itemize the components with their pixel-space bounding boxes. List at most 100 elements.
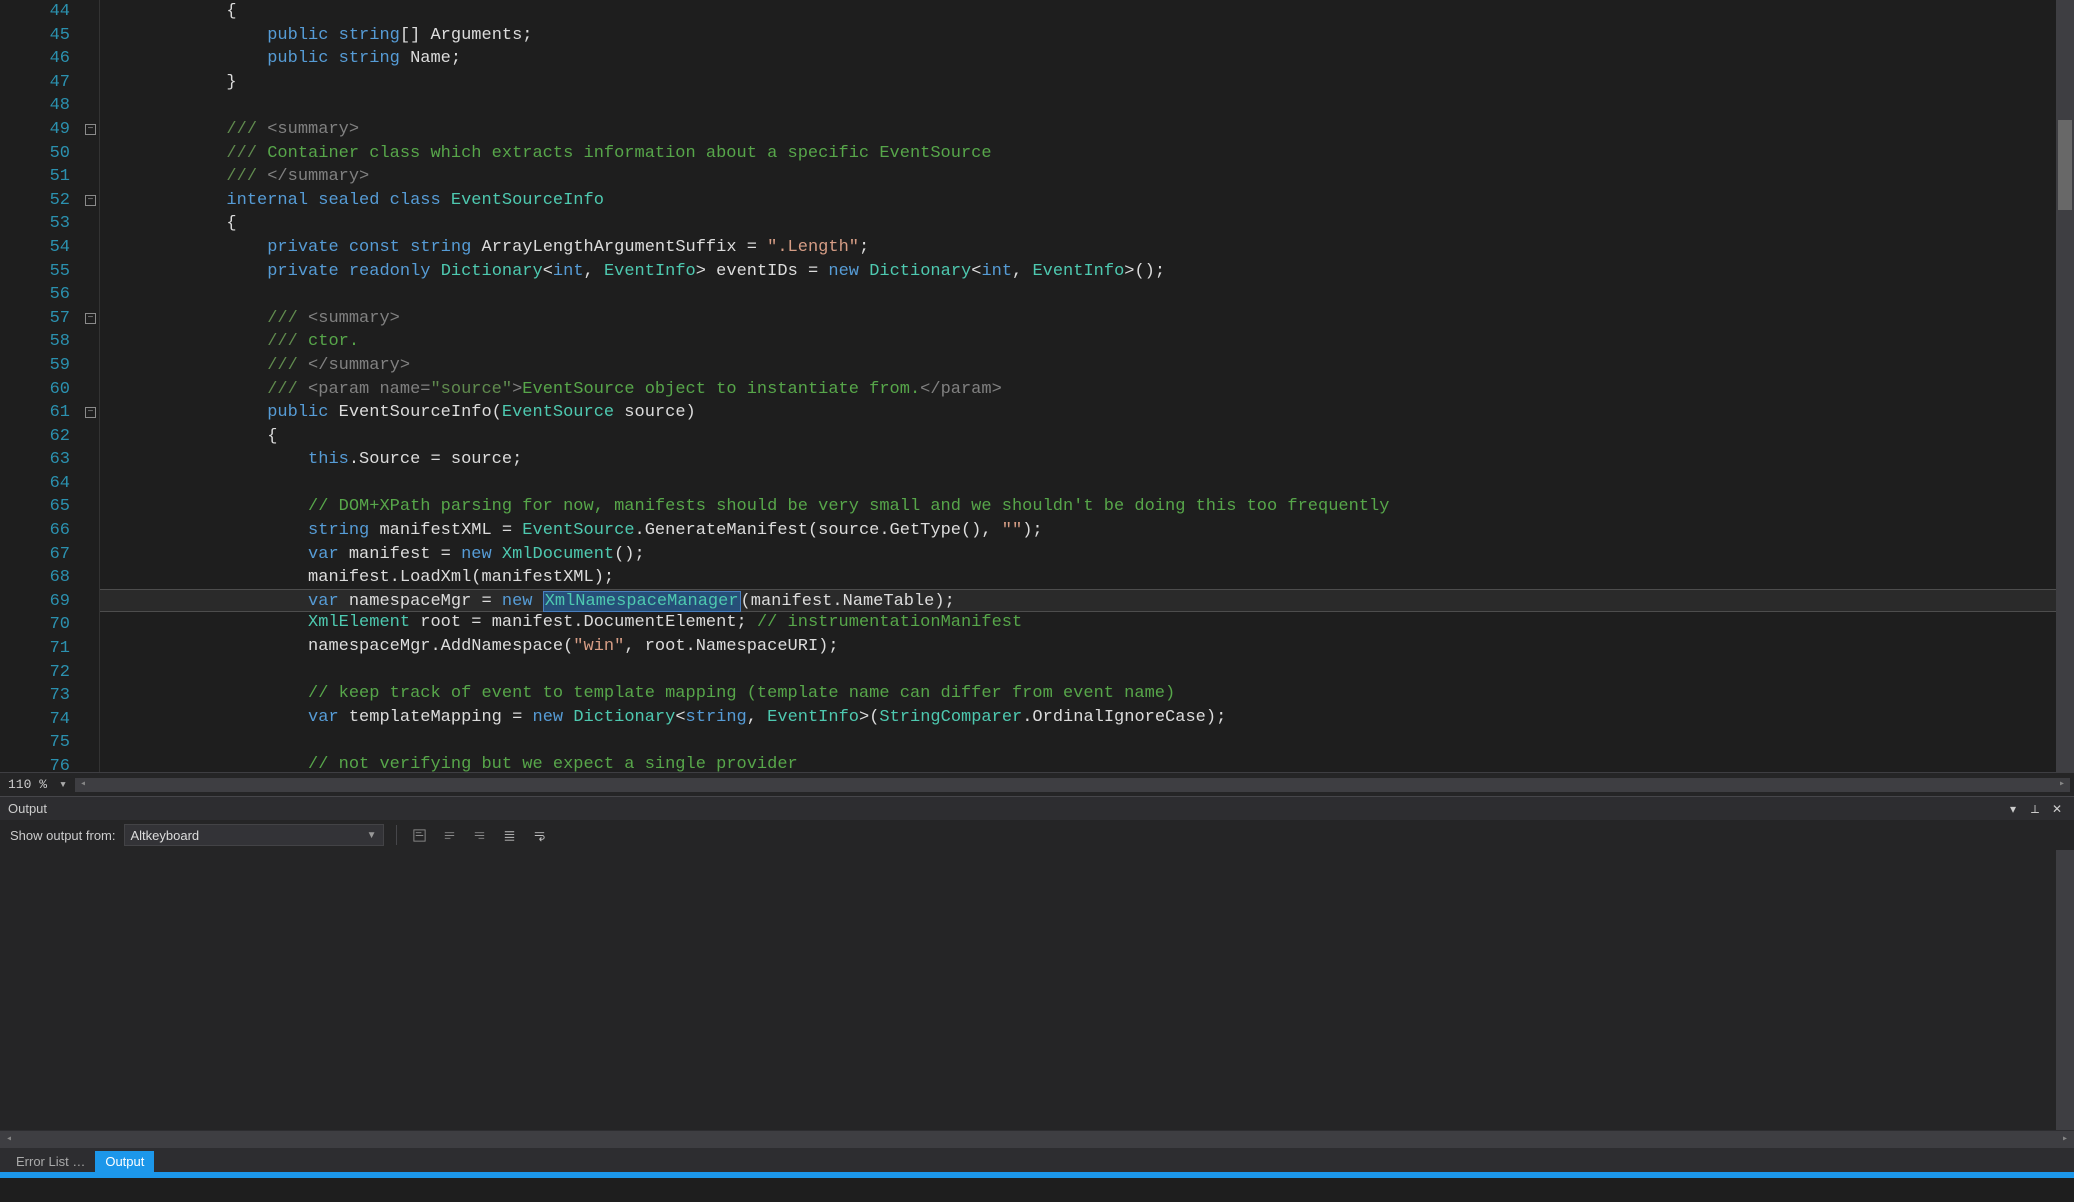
code-line[interactable]: private const string ArrayLengthArgument… bbox=[100, 236, 2074, 260]
code-line[interactable]: var templateMapping = new Dictionary<str… bbox=[100, 706, 2074, 730]
bottom-tab-strip: Error List … Output bbox=[0, 1148, 2074, 1172]
code-line[interactable]: /// <param name="source">EventSource obj… bbox=[100, 378, 2074, 402]
code-line[interactable]: /// <summary> bbox=[100, 307, 2074, 331]
line-number: 60 bbox=[0, 378, 70, 402]
line-number: 59 bbox=[0, 354, 70, 378]
line-number: 70 bbox=[0, 613, 70, 637]
code-line[interactable]: // DOM+XPath parsing for now, manifests … bbox=[100, 495, 2074, 519]
line-number: 52 bbox=[0, 189, 70, 213]
editor-vertical-scrollbar[interactable] bbox=[2056, 0, 2074, 772]
line-number: 71 bbox=[0, 637, 70, 661]
line-number: 49 bbox=[0, 118, 70, 142]
code-line[interactable]: { bbox=[100, 212, 2074, 236]
chevron-down-icon: ▼ bbox=[367, 830, 377, 841]
line-number: 44 bbox=[0, 0, 70, 24]
code-line[interactable]: /// </summary> bbox=[100, 165, 2074, 189]
line-number: 64 bbox=[0, 472, 70, 496]
line-number: 63 bbox=[0, 448, 70, 472]
output-text-area[interactable] bbox=[0, 850, 2074, 1130]
code-line[interactable]: namespaceMgr.AddNamespace("win", root.Na… bbox=[100, 635, 2074, 659]
line-number: 68 bbox=[0, 566, 70, 590]
selected-token: XmlNamespaceManager bbox=[543, 591, 741, 612]
fold-toggle-icon[interactable]: − bbox=[85, 195, 96, 206]
fold-toggle-icon[interactable]: − bbox=[85, 313, 96, 324]
code-line[interactable]: string manifestXML = EventSource.Generat… bbox=[100, 519, 2074, 543]
code-line[interactable] bbox=[100, 659, 2074, 683]
code-line[interactable]: // keep track of event to template mappi… bbox=[100, 682, 2074, 706]
line-number: 47 bbox=[0, 71, 70, 95]
code-line[interactable]: private readonly Dictionary<int, EventIn… bbox=[100, 260, 2074, 284]
code-line[interactable]: { bbox=[100, 425, 2074, 449]
code-line[interactable]: public string Name; bbox=[100, 47, 2074, 71]
zoom-dropdown-icon[interactable]: ▾ bbox=[55, 777, 71, 792]
code-line[interactable]: var manifest = new XmlDocument(); bbox=[100, 543, 2074, 567]
code-line[interactable]: } bbox=[100, 71, 2074, 95]
line-number: 66 bbox=[0, 519, 70, 543]
line-number: 57 bbox=[0, 307, 70, 331]
line-number: 58 bbox=[0, 330, 70, 354]
line-number: 50 bbox=[0, 142, 70, 166]
output-toolbar: Show output from: Altkeyboard ▼ bbox=[0, 820, 2074, 850]
code-line[interactable]: internal sealed class EventSourceInfo bbox=[100, 189, 2074, 213]
line-number: 75 bbox=[0, 731, 70, 755]
output-source-combo[interactable]: Altkeyboard ▼ bbox=[124, 824, 384, 846]
clear-all-button[interactable] bbox=[499, 824, 521, 846]
toggle-word-wrap-button[interactable] bbox=[529, 824, 551, 846]
line-number: 55 bbox=[0, 260, 70, 284]
line-number: 72 bbox=[0, 661, 70, 685]
code-line[interactable] bbox=[100, 283, 2074, 307]
line-number: 56 bbox=[0, 283, 70, 307]
line-number: 51 bbox=[0, 165, 70, 189]
show-output-from-label: Show output from: bbox=[10, 828, 116, 843]
close-icon[interactable]: ✕ bbox=[2048, 800, 2066, 818]
toolbar-separator bbox=[396, 825, 397, 845]
code-line[interactable] bbox=[100, 94, 2074, 118]
code-line[interactable] bbox=[100, 472, 2074, 496]
output-panel-header[interactable]: Output ▾ ⟂ ✕ bbox=[0, 796, 2074, 820]
code-editor[interactable]: 4445464748495051525354555657585960616263… bbox=[0, 0, 2074, 796]
code-line[interactable] bbox=[100, 729, 2074, 753]
code-line[interactable]: /// ctor. bbox=[100, 330, 2074, 354]
code-line[interactable]: manifest.LoadXml(manifestXML); bbox=[100, 566, 2074, 590]
code-line[interactable]: /// </summary> bbox=[100, 354, 2074, 378]
find-message-button[interactable] bbox=[409, 824, 431, 846]
zoom-level[interactable]: 110 % bbox=[0, 777, 55, 792]
status-bar bbox=[0, 1172, 2074, 1178]
previous-button[interactable] bbox=[439, 824, 461, 846]
next-button[interactable] bbox=[469, 824, 491, 846]
code-line[interactable]: /// Container class which extracts infor… bbox=[100, 142, 2074, 166]
code-line[interactable]: var namespaceMgr = new XmlNamespaceManag… bbox=[100, 589, 2074, 613]
output-panel-title: Output bbox=[8, 801, 2000, 816]
editor-footer-bar: 110 % ▾ ◂ ▸ bbox=[0, 772, 2074, 796]
line-number: 46 bbox=[0, 47, 70, 71]
code-line[interactable]: /// <summary> bbox=[100, 118, 2074, 142]
fold-column[interactable]: − − − − bbox=[82, 0, 100, 772]
code-content[interactable]: { public string[] Arguments; public stri… bbox=[100, 0, 2074, 772]
output-horizontal-scrollbar[interactable]: ◂ ▸ bbox=[0, 1130, 2074, 1148]
output-vertical-scrollbar[interactable] bbox=[2056, 850, 2074, 1130]
line-number: 74 bbox=[0, 708, 70, 732]
code-line[interactable]: public EventSourceInfo(EventSource sourc… bbox=[100, 401, 2074, 425]
line-number: 54 bbox=[0, 236, 70, 260]
window-position-icon[interactable]: ▾ bbox=[2004, 800, 2022, 818]
tab-error-list[interactable]: Error List … bbox=[6, 1151, 95, 1172]
code-line[interactable]: { bbox=[100, 0, 2074, 24]
line-number: 48 bbox=[0, 94, 70, 118]
fold-toggle-icon[interactable]: − bbox=[85, 124, 96, 135]
editor-horizontal-scrollbar[interactable]: ◂ ▸ bbox=[75, 778, 2070, 792]
line-number: 62 bbox=[0, 425, 70, 449]
output-source-value: Altkeyboard bbox=[131, 828, 367, 843]
code-line[interactable]: // not verifying but we expect a single … bbox=[100, 753, 2074, 772]
code-line[interactable]: public string[] Arguments; bbox=[100, 24, 2074, 48]
fold-toggle-icon[interactable]: − bbox=[85, 407, 96, 418]
line-number: 45 bbox=[0, 24, 70, 48]
line-number: 73 bbox=[0, 684, 70, 708]
pin-icon[interactable]: ⟂ bbox=[2026, 800, 2044, 818]
line-number: 65 bbox=[0, 495, 70, 519]
line-number: 67 bbox=[0, 543, 70, 567]
code-line[interactable]: this.Source = source; bbox=[100, 448, 2074, 472]
code-line[interactable]: XmlElement root = manifest.DocumentEleme… bbox=[100, 611, 2074, 635]
tab-output[interactable]: Output bbox=[95, 1151, 154, 1172]
line-number: 53 bbox=[0, 212, 70, 236]
line-number: 61 bbox=[0, 401, 70, 425]
